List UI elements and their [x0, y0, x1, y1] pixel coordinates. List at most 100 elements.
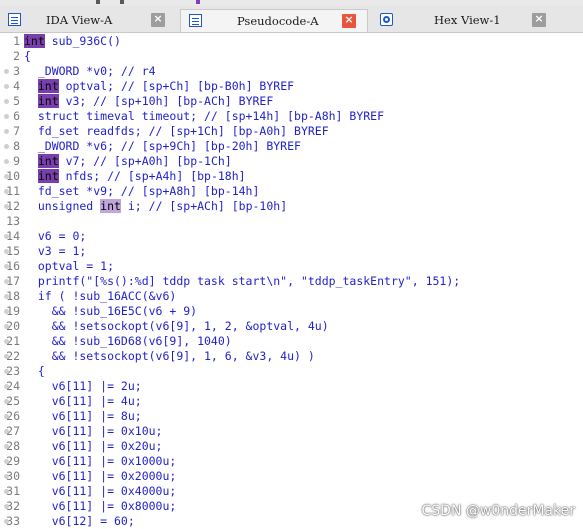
breakpoint-marker[interactable]	[4, 264, 9, 269]
breakpoint-marker[interactable]	[4, 279, 9, 284]
breakpoint-marker[interactable]	[4, 144, 9, 149]
code-line[interactable]: 7 fd_set readfds; // [sp+1Ch] [bp-A0h] B…	[0, 124, 583, 139]
keyword-highlight[interactable]: int	[100, 199, 121, 213]
code-line[interactable]: 18 if ( !sub_16ACC(&v6)	[0, 289, 583, 304]
keyword-highlight[interactable]: int	[37, 154, 59, 168]
code-line[interactable]: 1 int sub_936C()	[0, 34, 583, 49]
code-line[interactable]: 19 && !sub_16E5C(v6 + 9)	[0, 304, 583, 319]
code-segment: {	[24, 364, 45, 378]
code-text: && !setsockopt(v6[9], 1, 2, &optval, 4u)	[24, 319, 329, 334]
breakpoint-marker[interactable]	[4, 189, 9, 194]
breakpoint-marker[interactable]	[4, 84, 9, 89]
code-line[interactable]: 29 v6[11] |= 0x1000u;	[0, 454, 583, 469]
code-line[interactable]: 6 struct timeval timeout; // [sp+14h] [b…	[0, 109, 583, 124]
breakpoint-marker[interactable]	[4, 294, 9, 299]
code-line[interactable]: 4 int optval; // [sp+Ch] [bp-B0h] BYREF	[0, 79, 583, 94]
breakpoint-marker[interactable]	[4, 474, 9, 479]
pseudocode-view[interactable]: 1 int sub_936C() 2{3 _DWORD *v0; // r4 4 in…	[0, 32, 583, 529]
code-text: v6[11] |= 0x8000u;	[24, 499, 177, 514]
code-line[interactable]: 23 {	[0, 364, 583, 379]
code-segment: v6[11] |= 0x2000u;	[24, 469, 177, 483]
tab-pseudocode-a[interactable]: Pseudocode-A ×	[180, 9, 368, 32]
breakpoint-marker[interactable]	[4, 339, 9, 344]
code-line[interactable]: 30 v6[11] |= 0x2000u;	[0, 469, 583, 484]
code-segment: && !sub_16D68(v6[9], 1040)	[24, 334, 232, 348]
breakpoint-marker[interactable]	[4, 384, 9, 389]
code-segment: v6 = 0;	[24, 229, 87, 243]
breakpoint-marker[interactable]	[4, 129, 9, 134]
code-line[interactable]: 26 v6[11] |= 8u;	[0, 409, 583, 424]
tab-label: Hex View-1	[434, 13, 501, 27]
code-line[interactable]: 24 v6[11] |= 2u;	[0, 379, 583, 394]
code-line[interactable]: 28 v6[11] |= 0x20u;	[0, 439, 583, 454]
breakpoint-marker[interactable]	[4, 429, 9, 434]
code-line[interactable]: 12 unsigned int i; // [sp+ACh] [bp-10h]	[0, 199, 583, 214]
line-number: 26	[6, 409, 20, 423]
keyword-highlight[interactable]: int	[24, 34, 45, 48]
code-segment: v6[11] |= 8u;	[24, 409, 142, 423]
code-line[interactable]: 3 _DWORD *v0; // r4	[0, 64, 583, 79]
code-line[interactable]: 11 fd_set *v9; // [sp+A8h] [bp-14h]	[0, 184, 583, 199]
code-segment: printf("[%s():%d] tddp task start\n", "t…	[24, 274, 461, 288]
breakpoint-marker[interactable]	[4, 369, 9, 374]
breakpoint-marker[interactable]	[4, 234, 9, 239]
line-number: 25	[6, 394, 20, 408]
breakpoint-marker[interactable]	[4, 489, 9, 494]
keyword-highlight[interactable]: int	[37, 94, 59, 108]
close-icon[interactable]: ×	[342, 14, 356, 28]
breakpoint-marker[interactable]	[4, 519, 9, 524]
line-number: 33	[6, 514, 20, 528]
close-icon[interactable]: ×	[151, 13, 165, 27]
toolbar-fragment	[96, 0, 100, 4]
code-line[interactable]: 20 && !setsockopt(v6[9], 1, 2, &optval, …	[0, 319, 583, 334]
code-line[interactable]: 31 v6[11] |= 0x4000u;	[0, 484, 583, 499]
tab-hex-view-1[interactable]: Hex View-1 ×	[372, 9, 562, 32]
breakpoint-marker[interactable]	[4, 399, 9, 404]
breakpoint-marker[interactable]	[4, 414, 9, 419]
code-line[interactable]: 17 printf("[%s():%d] tddp task start\n",…	[0, 274, 583, 289]
code-text: {	[24, 49, 31, 64]
line-number: 22	[6, 349, 20, 363]
code-line[interactable]: 2{	[0, 49, 583, 64]
tab-label: Pseudocode-A	[237, 14, 319, 28]
code-line[interactable]: 13	[0, 214, 583, 229]
breakpoint-marker[interactable]	[4, 354, 9, 359]
code-line[interactable]: 22 && !setsockopt(v6[9], 1, 6, &v3, 4u) …	[0, 349, 583, 364]
code-text: int sub_936C()	[24, 34, 121, 49]
keyword-highlight[interactable]: int	[37, 169, 59, 183]
breakpoint-marker[interactable]	[4, 324, 9, 329]
code-line[interactable]: 21 && !sub_16D68(v6[9], 1040)	[0, 334, 583, 349]
code-text: struct timeval timeout; // [sp+14h] [bp-…	[24, 109, 384, 124]
code-line[interactable]: 27 v6[11] |= 0x10u;	[0, 424, 583, 439]
breakpoint-marker[interactable]	[4, 99, 9, 104]
line-number: 32	[6, 499, 20, 513]
breakpoint-marker[interactable]	[4, 114, 9, 119]
breakpoint-marker[interactable]	[4, 444, 9, 449]
code-line[interactable]: 15 v3 = 1;	[0, 244, 583, 259]
line-number: 28	[6, 439, 20, 453]
breakpoint-marker[interactable]	[4, 459, 9, 464]
code-line[interactable]: 25 v6[11] |= 4u;	[0, 394, 583, 409]
breakpoint-marker[interactable]	[4, 159, 9, 164]
line-number: 5	[13, 94, 20, 108]
code-line[interactable]: 10 int nfds; // [sp+A4h] [bp-18h]	[0, 169, 583, 184]
breakpoint-marker[interactable]	[4, 69, 9, 74]
breakpoint-marker[interactable]	[4, 204, 9, 209]
code-line[interactable]: 9 int v7; // [sp+A0h] [bp-1Ch]	[0, 154, 583, 169]
keyword-highlight[interactable]: int	[37, 79, 59, 93]
code-line[interactable]: 5 int v3; // [sp+10h] [bp-ACh] BYREF	[0, 94, 583, 109]
tab-ida-view-a[interactable]: IDA View-A ×	[0, 9, 176, 32]
breakpoint-marker[interactable]	[4, 174, 9, 179]
line-number: 14	[6, 229, 20, 243]
code-line[interactable]: 14 v6 = 0;	[0, 229, 583, 244]
code-line[interactable]: 16 optval = 1;	[0, 259, 583, 274]
close-icon[interactable]: ×	[532, 13, 546, 27]
pseudocode-icon	[189, 14, 202, 27]
breakpoint-marker[interactable]	[4, 249, 9, 254]
code-segment: nfds; // [sp+A4h] [bp-18h]	[58, 169, 246, 183]
code-line[interactable]: 8 _DWORD *v6; // [sp+9Ch] [bp-20h] BYREF	[0, 139, 583, 154]
breakpoint-marker[interactable]	[4, 309, 9, 314]
breakpoint-marker[interactable]	[4, 504, 9, 509]
code-segment: unsigned	[24, 199, 101, 213]
